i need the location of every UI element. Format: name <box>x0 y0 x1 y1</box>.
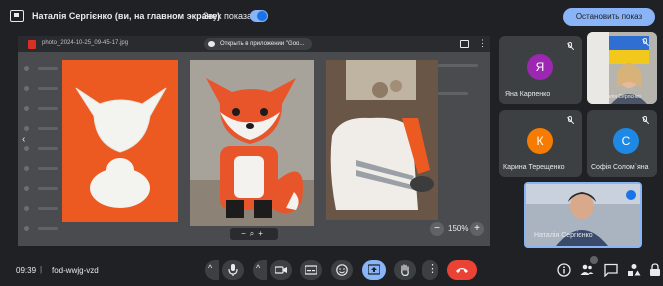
chat-button[interactable] <box>604 263 618 278</box>
participant-tile[interactable]: Я Яна Карпенко <box>499 36 582 104</box>
raise-hand-icon <box>401 264 409 276</box>
captions-icon <box>305 265 317 275</box>
stop-presenting-button[interactable]: Остановить показ <box>563 8 655 26</box>
participant-name: Софія Солом`яна <box>591 164 649 171</box>
people-button[interactable] <box>580 256 598 277</box>
mic-button[interactable] <box>222 260 244 280</box>
camera-button[interactable] <box>270 260 292 280</box>
activities-button[interactable] <box>627 263 641 277</box>
mic-off-icon <box>641 116 649 125</box>
fox-craft-photo <box>190 60 314 226</box>
meeting-code[interactable]: fod-wwjg-vzd <box>52 266 99 275</box>
captions-button[interactable] <box>300 260 322 280</box>
participant-name: Карина Терещенко <box>503 164 565 171</box>
participant-name: Наталія Сергієнко <box>599 94 641 100</box>
leave-call-button[interactable] <box>447 260 477 280</box>
participant-name: Яна Карпенко <box>505 91 551 98</box>
zoom-in-button[interactable]: + <box>470 222 484 236</box>
lock-icon <box>650 263 660 276</box>
self-video-tile[interactable]: Наталія Сергієнко <box>524 182 642 248</box>
sound-label: Звук показа <box>203 11 253 21</box>
avatar: Я <box>527 54 553 80</box>
mic-off-icon <box>566 42 574 51</box>
camera-options-chevron-icon[interactable]: ^ <box>253 260 267 280</box>
drive-icon <box>208 41 215 47</box>
raise-hand-button[interactable] <box>394 260 416 280</box>
open-with-button[interactable]: Открыть в приложении "Goo... <box>204 38 312 50</box>
fox-craft-drawing <box>190 60 314 226</box>
more-vert-icon[interactable]: ⋮ <box>478 39 487 48</box>
emoji-button[interactable] <box>331 260 353 280</box>
people-icon <box>580 264 594 275</box>
info-button[interactable] <box>557 263 571 277</box>
participant-video-tile[interactable]: Наталія Сергієнко <box>587 32 657 104</box>
emoji-icon <box>336 264 348 276</box>
separator: | <box>40 265 43 274</box>
present-button[interactable] <box>362 260 386 280</box>
hangup-icon <box>456 268 468 273</box>
file-name: photo_2024-10-25_09-45-17.jpg <box>42 40 129 46</box>
speaking-indicator-icon <box>626 190 636 200</box>
fox-template-photo <box>62 60 178 222</box>
participant-name: Наталія Сергієнко <box>534 232 593 239</box>
avatar: К <box>527 128 553 154</box>
meeting-time: 09:39 <box>16 266 37 275</box>
camera-icon <box>275 266 287 274</box>
print-icon[interactable] <box>460 40 469 48</box>
presenting-icon <box>10 10 24 22</box>
participant-tile[interactable]: С Софія Солом`яна <box>587 110 657 177</box>
avatar: С <box>613 128 639 154</box>
mic-off-icon <box>641 38 649 47</box>
participant-tile[interactable]: К Карина Терещенко <box>499 110 582 177</box>
presenter-title: Наталія Сергієнко (ви, на главном экране… <box>32 11 221 21</box>
more-options-button[interactable]: ⋮ <box>422 260 438 280</box>
zoom-level: 150% <box>448 224 469 233</box>
mic-off-icon <box>566 116 574 125</box>
present-screen-icon <box>368 264 380 275</box>
page-controls[interactable]: −⌕+ <box>230 228 278 240</box>
chat-icon <box>604 263 618 278</box>
zoom-out-button[interactable]: − <box>430 222 444 236</box>
image-file-icon <box>28 40 36 49</box>
cutting-paper-photo <box>326 60 438 220</box>
sound-toggle[interactable] <box>250 10 268 22</box>
activities-icon <box>628 264 641 276</box>
fox-template-drawing <box>62 60 178 222</box>
info-icon <box>557 263 571 277</box>
more-icon: ⋮ <box>427 263 438 275</box>
presented-screen: photo_2024-10-25_09-45-17.jpg Открыть в … <box>18 36 490 246</box>
host-controls-button[interactable] <box>649 263 661 277</box>
previous-image-icon[interactable]: ‹ <box>22 134 32 150</box>
mic-options-chevron-icon[interactable]: ^ <box>205 260 219 280</box>
people-count-badge <box>590 256 598 264</box>
scissors-drawing <box>326 60 438 220</box>
mic-icon <box>228 264 238 276</box>
